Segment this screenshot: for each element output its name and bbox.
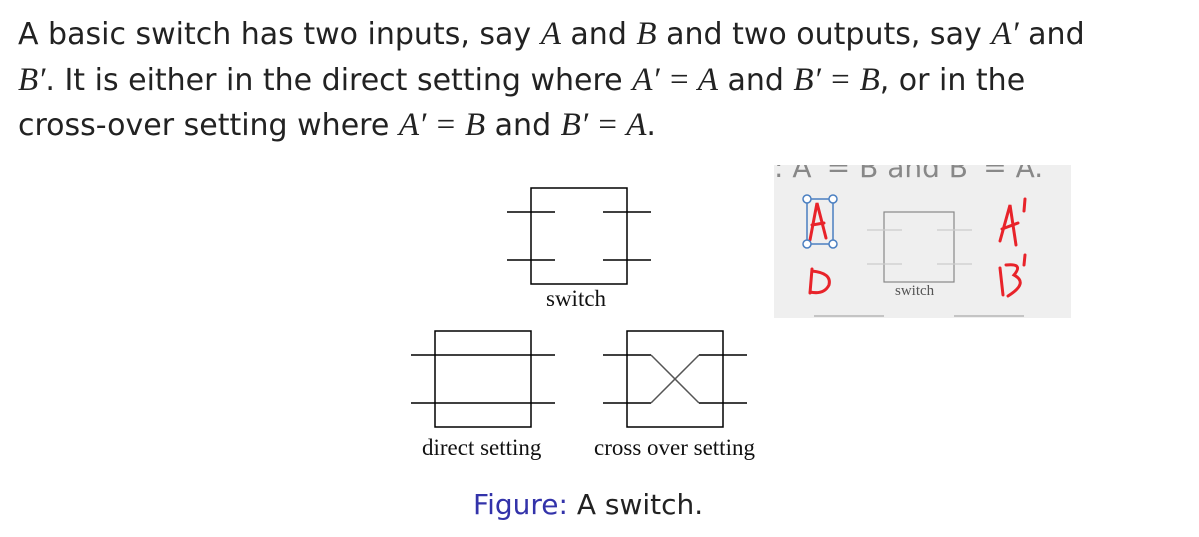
direct-setting-diagram bbox=[411, 330, 555, 428]
switch-label: switch bbox=[546, 286, 607, 311]
cross-over-setting-diagram bbox=[603, 330, 747, 428]
inset-switch-label: switch bbox=[895, 283, 935, 299]
annotated-screenshot-inset: : A′ = B and B′ = A. switch bbox=[774, 165, 1071, 318]
figure-caption: Figure: A switch. bbox=[473, 488, 703, 521]
direct-setting-label: direct setting bbox=[422, 435, 542, 460]
switch-diagram bbox=[507, 187, 651, 285]
caption-prefix: Figure: bbox=[473, 488, 568, 521]
selection-handles bbox=[802, 194, 838, 249]
cross-over-setting-label: cross over setting bbox=[594, 435, 755, 460]
inset-switch bbox=[867, 211, 972, 283]
caption-text: A switch. bbox=[567, 488, 704, 521]
